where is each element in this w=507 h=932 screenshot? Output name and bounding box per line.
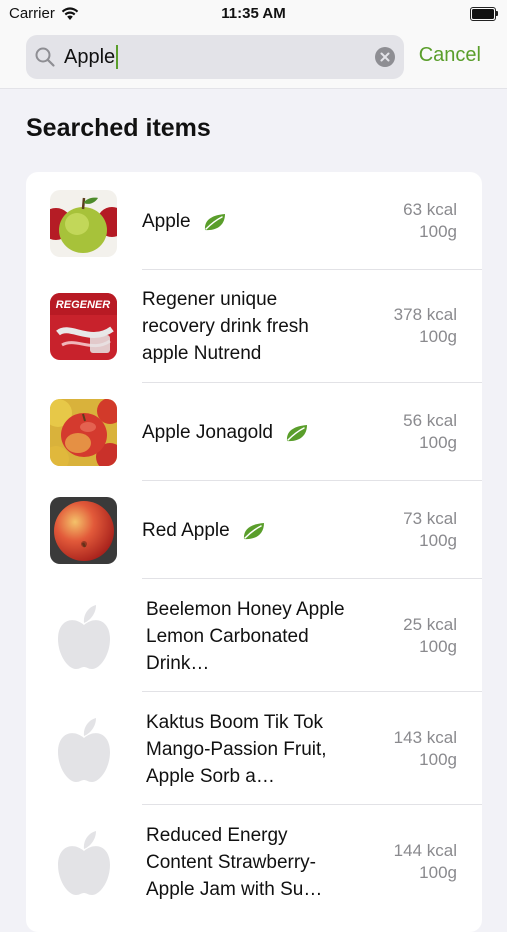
search-header: Carrier 11:35 AM Apple Cancel [0, 0, 507, 89]
food-name: Beelemon Honey Apple Lemon Carbonated Dr… [146, 599, 345, 674]
food-name: Reduced Energy Content Strawberry-Apple … [146, 825, 323, 900]
apple-placeholder-icon [58, 605, 110, 669]
food-name: Apple Jonagold [142, 422, 273, 443]
portion-size: 100g [419, 433, 457, 452]
search-results-list: Apple 63 kcal 100g REGENER Regener uniqu… [26, 172, 482, 932]
food-list-item[interactable]: Kaktus Boom Tik Tok Mango-Passion Fruit,… [26, 692, 482, 805]
red-apple-photo [50, 497, 117, 564]
food-thumbnail [56, 603, 112, 671]
portion-size: 100g [419, 327, 457, 346]
search-icon [35, 47, 55, 67]
calories: 143 kcal [393, 728, 457, 747]
food-list-item[interactable]: Red Apple 73 kcal 100g [26, 481, 482, 579]
food-thumbnail [56, 716, 112, 784]
food-thumbnail [50, 497, 117, 564]
leaf-icon [204, 213, 225, 230]
calories: 25 kcal [403, 615, 457, 634]
food-thumbnail: REGENER [50, 293, 117, 360]
leaf-icon [286, 424, 307, 441]
battery-icon [470, 7, 498, 21]
jonagold-apples-photo [50, 399, 117, 466]
calories: 73 kcal [403, 509, 457, 528]
green-apple-photo [50, 190, 117, 257]
portion-size: 100g [419, 863, 457, 882]
apple-placeholder-icon [58, 831, 110, 895]
food-list-item[interactable]: Apple 63 kcal 100g [26, 172, 482, 270]
search-query: Apple [64, 45, 116, 68]
calories: 378 kcal [393, 305, 457, 324]
food-list-item[interactable]: Beelemon Honey Apple Lemon Carbonated Dr… [26, 579, 482, 692]
calories: 63 kcal [403, 200, 457, 219]
food-list-item[interactable]: Reduced Energy Content Strawberry-Apple … [26, 805, 482, 932]
package-brand-text: REGENER [56, 299, 110, 311]
regener-package-photo: REGENER [50, 293, 117, 360]
food-thumbnail [50, 399, 117, 466]
food-name: Regener unique recovery drink fresh appl… [142, 289, 309, 364]
food-thumbnail [56, 829, 112, 897]
food-name: Red Apple [142, 520, 230, 541]
leaf-icon [243, 522, 264, 539]
portion-size: 100g [419, 750, 457, 769]
calories: 144 kcal [393, 841, 457, 860]
portion-size: 100g [419, 222, 457, 241]
clear-search-icon[interactable] [375, 47, 395, 67]
food-list-item[interactable]: Apple Jonagold 56 kcal 100g [26, 383, 482, 481]
section-title: Searched items [26, 114, 211, 142]
food-list-item[interactable]: REGENER Regener unique recovery drink fr… [26, 270, 482, 383]
text-caret [116, 45, 119, 69]
status-time: 11:35 AM [221, 5, 286, 22]
food-thumbnail [50, 190, 117, 257]
portion-size: 100g [419, 637, 457, 656]
cancel-button[interactable]: Cancel [419, 44, 481, 67]
apple-placeholder-icon [58, 718, 110, 782]
food-name: Apple [142, 211, 191, 232]
calories: 56 kcal [403, 411, 457, 430]
food-name: Kaktus Boom Tik Tok Mango-Passion Fruit,… [146, 712, 327, 787]
portion-size: 100g [419, 531, 457, 550]
search-input[interactable]: Apple [26, 35, 404, 79]
status-bar: Carrier 11:35 AM [0, 0, 507, 28]
